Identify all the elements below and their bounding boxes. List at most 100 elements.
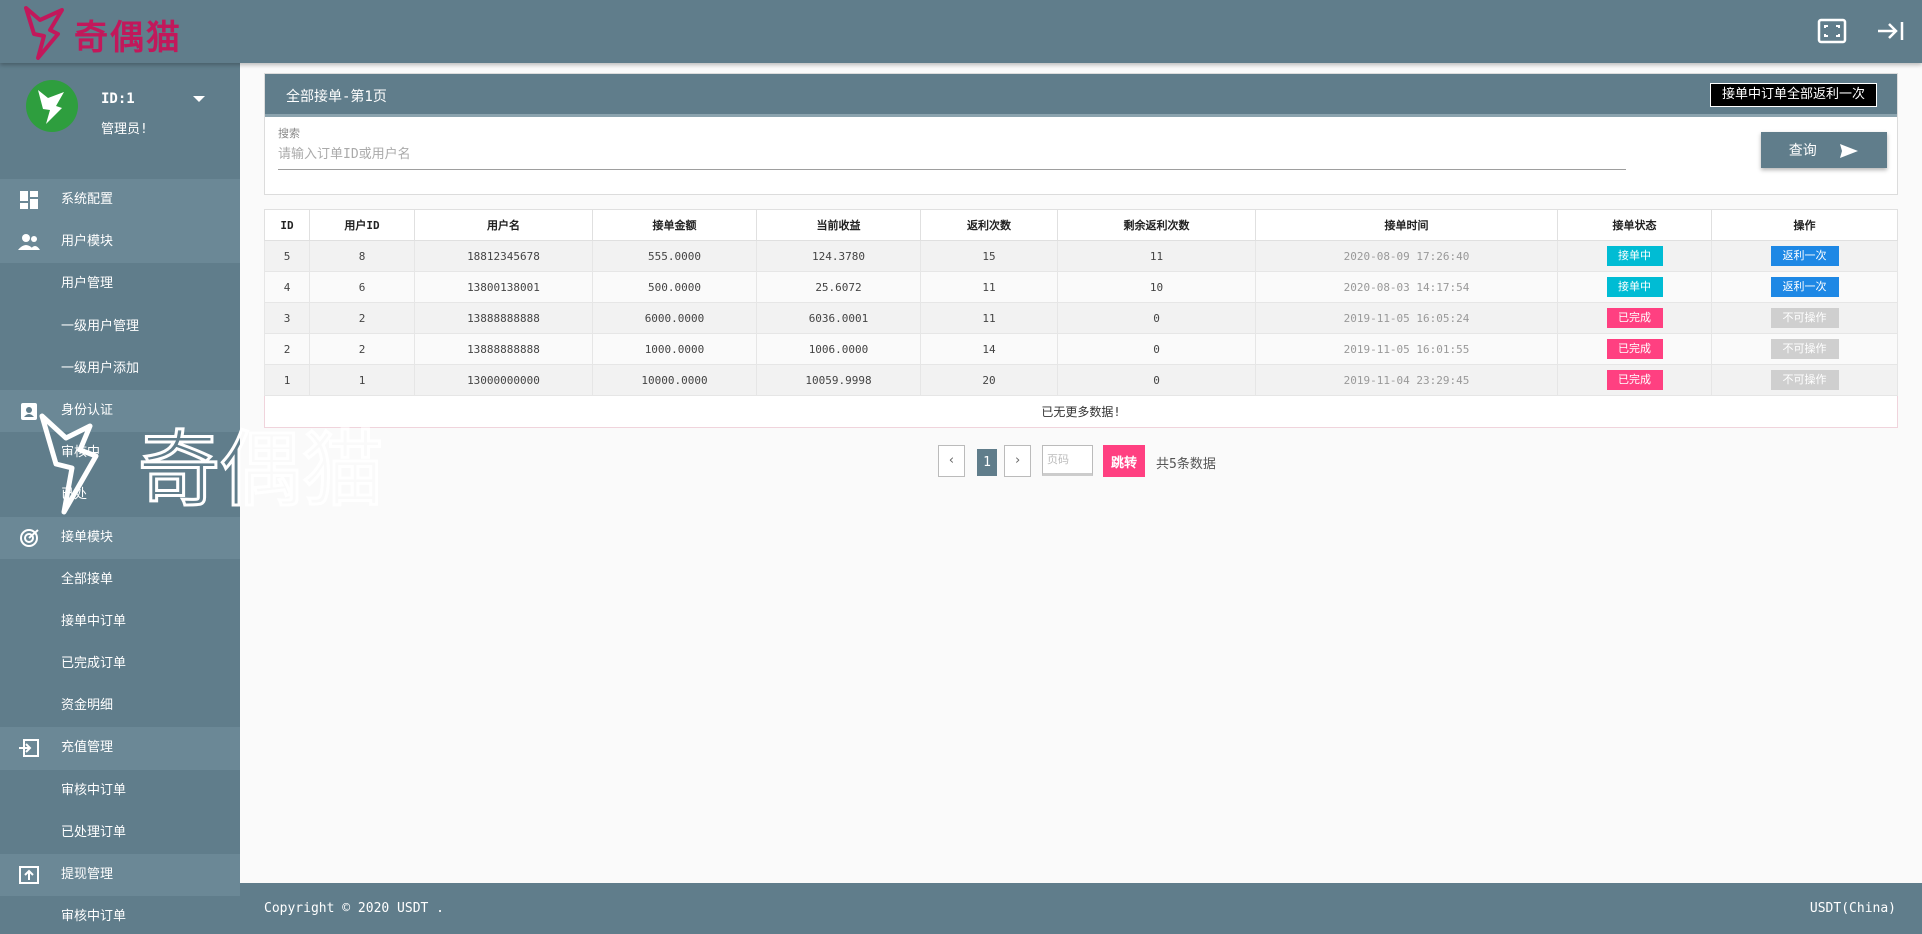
table-row: 4 6 13800138001 500.0000 25.6072 11 10 2020-08-… [264, 271, 1898, 303]
cell-time: 2019-11-05 16:01:55 [1255, 333, 1558, 365]
panel-header: 全部接单-第1页 接单中订单全部返利一次 [265, 74, 1897, 117]
no-more-data: 已无更多数据! [264, 396, 1898, 428]
sidebar-item-level1-add[interactable]: 一级用户添加 [0, 348, 240, 390]
cell-income: 1006.0000 [756, 333, 921, 365]
cell-status: 已完成 [1557, 333, 1712, 365]
cell-time: 2019-11-05 16:05:24 [1255, 302, 1558, 334]
cell-income: 124.3780 [756, 240, 921, 272]
cell-amount: 1000.0000 [592, 333, 757, 365]
cell-income: 25.6072 [756, 271, 921, 303]
query-button[interactable]: 查询 [1761, 132, 1887, 168]
sidebar-item-label: 一级用户管理 [61, 318, 140, 334]
cell-id: 1 [264, 364, 310, 396]
search-panel: 全部接单-第1页 接单中订单全部返利一次 搜索 查询 [264, 73, 1898, 195]
column-header[interactable]: 剩余返利次数 [1057, 209, 1256, 241]
chevron-down-icon[interactable] [193, 96, 205, 102]
page-number-input[interactable] [1042, 445, 1093, 476]
sidebar-item-fund-detail[interactable]: 资金明细 [0, 685, 240, 727]
sidebar-item-withdraw[interactable]: 提现管理 [0, 854, 240, 897]
sidebar-item-label: 一级用户添加 [61, 360, 140, 376]
cell-status: 接单中 [1557, 271, 1712, 303]
rebate-all-button[interactable]: 接单中订单全部返利一次 [1709, 83, 1877, 107]
upload-icon [19, 866, 39, 884]
sidebar-item-level1-manage[interactable]: 一级用户管理 [0, 306, 240, 348]
column-header[interactable]: 用户名 [414, 209, 593, 241]
sidebar-item-label: 已处理订单 [61, 824, 127, 840]
column-header[interactable]: 接单金额 [592, 209, 757, 241]
cell-remaining: 0 [1057, 302, 1256, 334]
cell-rebates: 15 [920, 240, 1058, 272]
sidebar-menu: 系统配置 用户模块 用户管理 一级用户管理 一级用户添加 身份认证 审核中 已处… [0, 179, 240, 934]
cell-username: 13888888888 [414, 302, 593, 334]
sidebar-item-label: 已完成订单 [61, 656, 127, 672]
fullscreen-icon[interactable] [1817, 18, 1847, 44]
sidebar-item-recharge-pending[interactable]: 审核中订单 [0, 770, 240, 812]
sidebar-item-finished-orders[interactable]: 已完成订单 [0, 643, 240, 685]
top-bar: 奇偶猫 [0, 0, 1922, 63]
jump-button[interactable]: 跳转 [1103, 445, 1145, 477]
status-badge[interactable]: 已完成 [1606, 339, 1663, 359]
footer-brand: USDT(China) [1809, 901, 1896, 916]
cell-status: 已完成 [1557, 302, 1712, 334]
cell-time: 2019-11-04 23:29:45 [1255, 364, 1558, 396]
status-badge[interactable]: 已完成 [1606, 308, 1663, 328]
footer: Copyright © 2020 USDT . USDT(China) [240, 883, 1922, 934]
table-row: 1 1 13000000000 10000.0000 10059.9998 20 0 2019… [264, 364, 1898, 396]
rebate-once-button[interactable]: 返利一次 [1770, 246, 1839, 266]
disabled-action-button: 不可操作 [1770, 370, 1839, 390]
sidebar-item-label: 审核中订单 [61, 782, 127, 798]
sidebar-item-identity-done[interactable]: 已处 [0, 474, 240, 516]
cell-username: 13000000000 [414, 364, 593, 396]
sidebar-item-all-orders[interactable]: 全部接单 [0, 559, 240, 601]
column-header[interactable]: 操作 [1711, 209, 1898, 241]
cell-id: 5 [264, 240, 310, 272]
current-page[interactable]: 1 [977, 449, 997, 476]
rebate-once-button[interactable]: 返利一次 [1770, 277, 1839, 297]
status-badge[interactable]: 接单中 [1606, 246, 1663, 266]
sidebar-item-recharge[interactable]: 充值管理 [0, 727, 240, 770]
prev-page-button[interactable]: ‹ [938, 445, 965, 477]
column-header[interactable]: 返利次数 [920, 209, 1058, 241]
user-card: ID:1 管理员! [0, 63, 240, 179]
sidebar-item-label: 用户模块 [61, 234, 114, 250]
status-badge[interactable]: 已完成 [1606, 370, 1663, 390]
cell-remaining: 10 [1057, 271, 1256, 303]
total-count: 共5条数据 [1156, 457, 1216, 472]
search-input[interactable] [278, 140, 1626, 170]
column-header[interactable]: 接单状态 [1557, 209, 1712, 241]
cell-action: 不可操作 [1711, 333, 1898, 365]
table-row: 5 8 18812345678 555.0000 124.3780 15 11 2020-08… [264, 240, 1898, 272]
sidebar-item-label: 充值管理 [61, 740, 114, 756]
cell-user-id: 2 [309, 302, 415, 334]
sidebar-item-system-config[interactable]: 系统配置 [0, 179, 240, 222]
cell-remaining: 11 [1057, 240, 1256, 272]
logo-text: 奇偶猫 [74, 18, 182, 58]
column-header[interactable]: 当前收益 [756, 209, 921, 241]
sidebar-item-recharge-done[interactable]: 已处理订单 [0, 812, 240, 854]
column-header[interactable]: ID [264, 209, 310, 241]
user-id: ID:1 [101, 91, 135, 107]
next-page-button[interactable]: › [1004, 445, 1031, 477]
sidebar-item-withdraw-pending[interactable]: 审核中订单 [0, 896, 240, 934]
logo: 奇偶猫 [22, 4, 202, 62]
dashboard-icon [20, 191, 38, 209]
avatar [26, 80, 78, 132]
column-header[interactable]: 接单时间 [1255, 209, 1558, 241]
cell-remaining: 0 [1057, 333, 1256, 365]
table-row: 3 2 13888888888 6000.0000 6036.0001 11 0 2019-1… [264, 302, 1898, 334]
sidebar-item-running-orders[interactable]: 接单中订单 [0, 601, 240, 643]
sidebar-item-identity[interactable]: 身份认证 [0, 389, 240, 433]
sidebar-item-identity-pending[interactable]: 审核中 [0, 432, 240, 474]
cell-username: 13888888888 [414, 333, 593, 365]
sidebar: ID:1 管理员! 系统配置 用户模块 用户管理 一级用户管理 一级用户添加 身… [0, 63, 240, 934]
cell-user-id: 2 [309, 333, 415, 365]
disabled-action-button: 不可操作 [1770, 308, 1839, 328]
sidebar-item-label: 接单中订单 [61, 613, 127, 629]
logout-icon[interactable] [1876, 18, 1906, 44]
column-header[interactable]: 用户ID [309, 209, 415, 241]
sidebar-item-user-module[interactable]: 用户模块 [0, 221, 240, 264]
sidebar-item-user-manage[interactable]: 用户管理 [0, 263, 240, 305]
lightning-cat-icon [24, 6, 64, 60]
sidebar-item-order-module[interactable]: 接单模块 [0, 516, 240, 559]
status-badge[interactable]: 接单中 [1606, 277, 1663, 297]
